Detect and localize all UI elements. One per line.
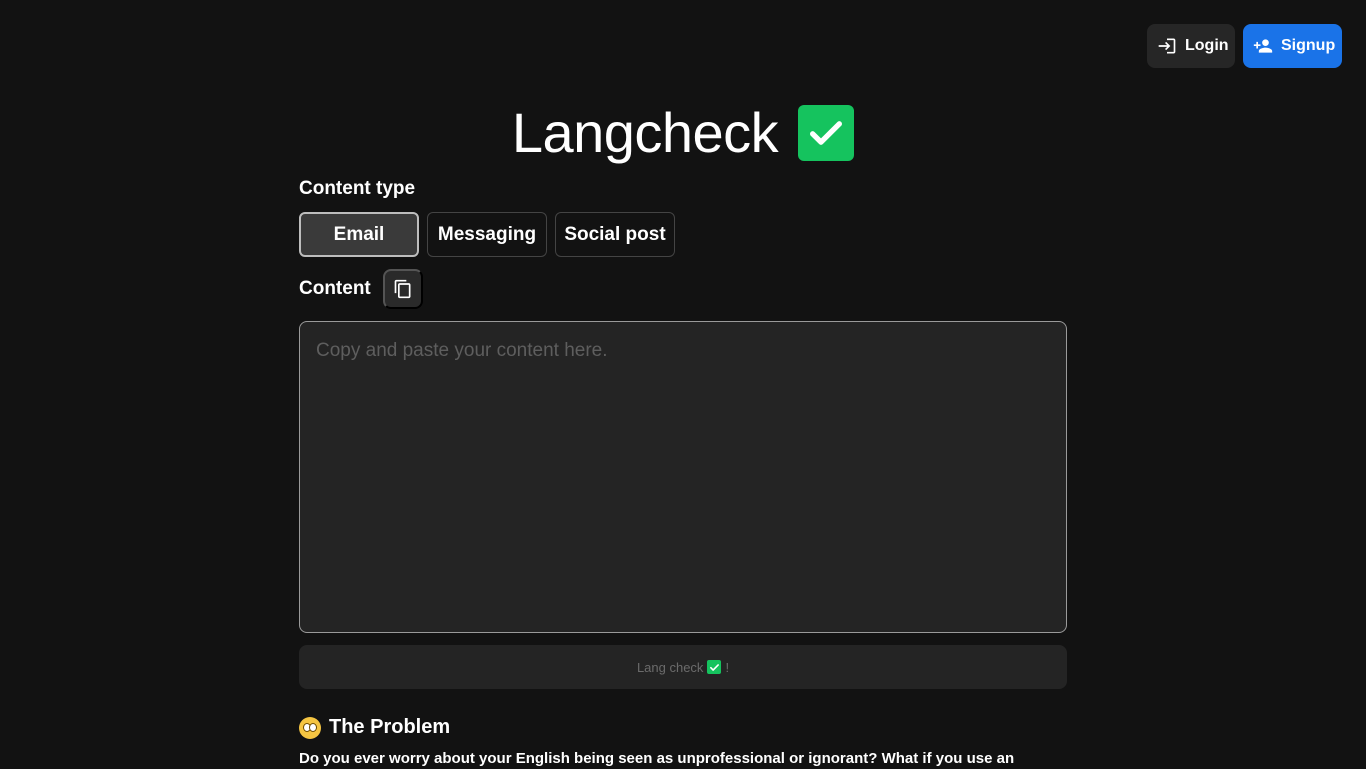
content-type-social-post[interactable]: Social post — [555, 212, 675, 257]
lang-check-button[interactable]: Lang check ! — [299, 645, 1067, 689]
person-add-icon — [1253, 39, 1273, 53]
content-type-messaging[interactable]: Messaging — [427, 212, 547, 257]
problem-text: Do you ever worry about your English bei… — [299, 750, 1015, 767]
content-type-label: Content type — [299, 178, 416, 199]
signup-label: Signup — [1281, 37, 1336, 54]
problem-title: The Problem — [329, 716, 451, 738]
content-header: Content — [299, 269, 423, 309]
page-header: Langcheck — [0, 100, 1366, 165]
problem-heading: The Problem — [299, 716, 450, 739]
copy-icon — [394, 279, 411, 299]
signup-button[interactable]: Signup — [1243, 24, 1342, 68]
copy-button[interactable] — [382, 269, 423, 309]
page-title: Langcheck — [511, 101, 779, 164]
check-box-icon — [798, 104, 855, 161]
content-input[interactable] — [299, 321, 1067, 633]
content-label: Content — [299, 278, 371, 299]
lang-check-label: Lang check — [636, 659, 704, 675]
flushed-face-icon — [299, 716, 321, 739]
login-button[interactable]: Login — [1147, 24, 1235, 68]
login-label: Login — [1185, 37, 1229, 54]
content-type-email[interactable]: Email — [299, 212, 419, 257]
login-icon — [1158, 38, 1176, 54]
content-type-selector: Email Messaging Social post — [299, 212, 675, 257]
check-box-icon — [707, 660, 722, 674]
top-nav: Login Signup — [1147, 24, 1342, 68]
lang-check-suffix: ! — [725, 659, 730, 675]
